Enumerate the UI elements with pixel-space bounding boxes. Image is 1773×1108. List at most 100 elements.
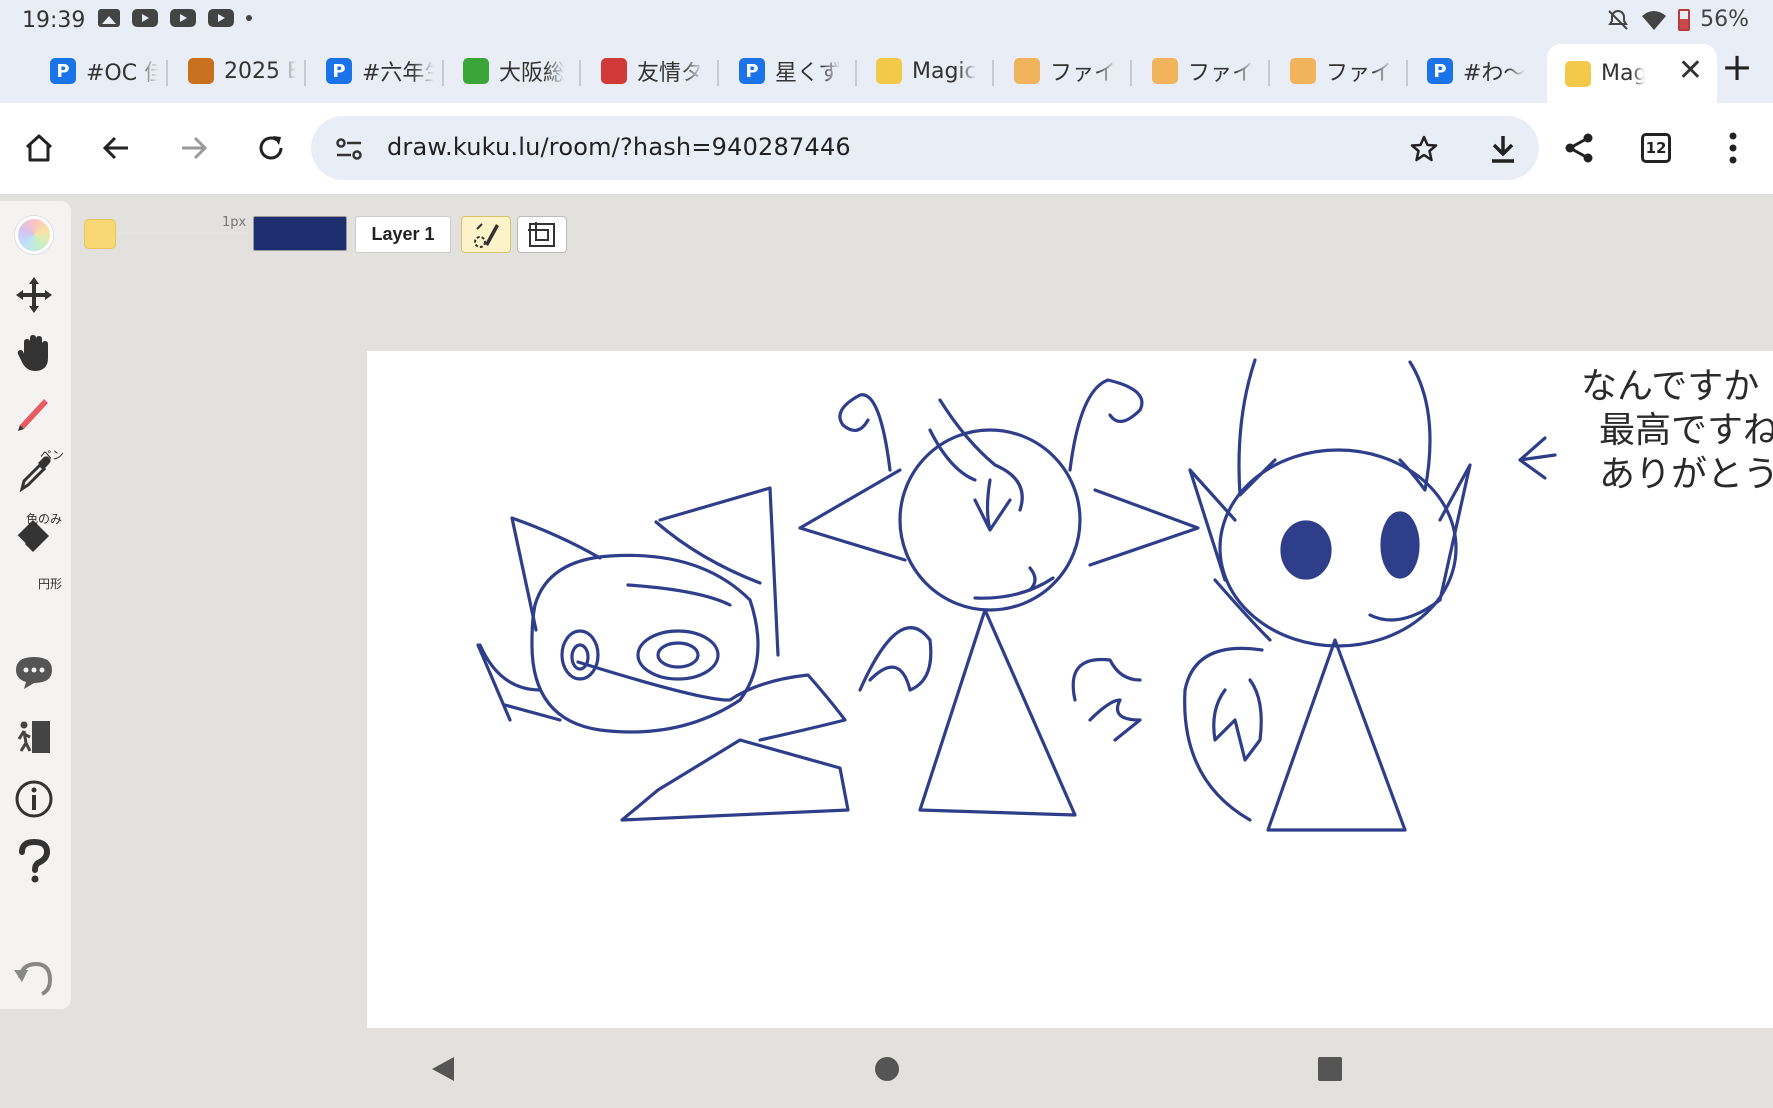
tab-switcher-button[interactable]: 12 bbox=[1633, 125, 1679, 171]
browser-tab[interactable]: Magic bbox=[866, 50, 984, 92]
chat-button[interactable] bbox=[10, 649, 58, 697]
tab-favicon-icon: P bbox=[326, 58, 352, 84]
eraser-caption: 円形 bbox=[38, 577, 63, 591]
browser-tab[interactable]: ファイ bbox=[1280, 50, 1398, 92]
download-icon[interactable] bbox=[1488, 133, 1518, 165]
browser-tab[interactable]: P #OC 佳 bbox=[40, 50, 158, 92]
browser-toolbar: draw.kuku.lu/room/?hash=940287446 12 bbox=[0, 103, 1773, 195]
tab-favicon-icon bbox=[1290, 58, 1316, 84]
tab-title: #OC 佳 bbox=[86, 61, 158, 86]
exit-room-button[interactable] bbox=[10, 713, 58, 761]
info-button[interactable] bbox=[10, 775, 58, 823]
move-arrows-icon bbox=[16, 277, 52, 313]
browser-tab[interactable]: P #わ〜 bbox=[1417, 50, 1535, 92]
battery-icon bbox=[1678, 8, 1691, 31]
browser-tab[interactable]: P 星くず bbox=[729, 50, 847, 92]
eyedropper-icon bbox=[19, 456, 51, 493]
tool-sidebar: ペン 色のみ 円形 bbox=[0, 201, 71, 1009]
mute-icon bbox=[1608, 9, 1628, 30]
nav-back-button[interactable] bbox=[428, 1054, 458, 1084]
help-button[interactable] bbox=[10, 837, 58, 885]
current-color-swatch[interactable] bbox=[253, 216, 347, 251]
tab-title: 2025 E bbox=[224, 58, 296, 84]
layer-selector-button[interactable]: Layer 1 bbox=[355, 216, 451, 253]
tab-favicon-icon bbox=[876, 58, 902, 84]
tab-separator bbox=[579, 60, 581, 86]
battery-level: 56% bbox=[1700, 7, 1749, 32]
pen-settings-icon bbox=[474, 222, 499, 248]
nav-recents-button[interactable] bbox=[1315, 1054, 1345, 1084]
address-bar[interactable]: draw.kuku.lu/room/?hash=940287446 bbox=[311, 116, 1539, 180]
hand-tool-button[interactable] bbox=[10, 329, 58, 377]
info-icon bbox=[15, 780, 53, 818]
bookmark-star-icon[interactable] bbox=[1409, 134, 1439, 164]
pen-icon bbox=[18, 399, 48, 431]
reload-button[interactable] bbox=[248, 125, 294, 171]
youtube-notification-icon bbox=[132, 9, 158, 27]
url-text[interactable]: draw.kuku.lu/room/?hash=940287446 bbox=[387, 133, 851, 161]
tab-strip: + P #OC 佳 2025 E P #六年生 大阪総 友情タ P 星くず Magic ファイ ファイ… bbox=[0, 40, 1773, 103]
move-tool-button[interactable] bbox=[10, 271, 58, 319]
exit-door-icon bbox=[17, 721, 50, 753]
tab-count-badge: 12 bbox=[1641, 133, 1671, 163]
forward-button[interactable] bbox=[171, 125, 217, 171]
tab-favicon-icon bbox=[463, 58, 489, 84]
drawing-app: ペン 色のみ 円形 1px Layer 1 なんですか 最高ですね ありがとう bbox=[0, 196, 1773, 1030]
new-tab-button[interactable]: + bbox=[1721, 48, 1753, 86]
tab-title: ファイ bbox=[1050, 61, 1117, 86]
nav-home-button[interactable] bbox=[872, 1054, 902, 1084]
browser-tab[interactable]: 友情タ bbox=[591, 50, 709, 92]
tab-favicon-icon bbox=[1014, 58, 1040, 84]
share-icon bbox=[1565, 133, 1593, 163]
undo-button[interactable] bbox=[10, 954, 58, 1002]
site-settings-icon[interactable] bbox=[335, 136, 363, 162]
tab-separator bbox=[304, 60, 306, 86]
youtube-notification-icon bbox=[170, 9, 196, 27]
back-button[interactable] bbox=[93, 125, 139, 171]
triangle-back-icon bbox=[432, 1057, 454, 1081]
color-wheel-button[interactable] bbox=[10, 211, 58, 259]
tab-favicon-icon: P bbox=[1427, 58, 1453, 84]
tab-separator bbox=[1130, 60, 1132, 86]
status-bar: 19:39 56% bbox=[0, 0, 1773, 40]
tab-separator bbox=[442, 60, 444, 86]
close-tab-icon[interactable]: ✕ bbox=[1678, 56, 1703, 86]
color-picker-button[interactable] bbox=[10, 449, 58, 497]
pen-settings-button[interactable] bbox=[461, 216, 511, 253]
chat-bubble-icon bbox=[16, 657, 52, 689]
secondary-color-swatch[interactable] bbox=[84, 219, 116, 249]
tab-title: 友情タ bbox=[637, 61, 704, 86]
system-navigation-bar bbox=[0, 1028, 1773, 1108]
canvas-resize-button[interactable] bbox=[517, 216, 567, 253]
hand-icon bbox=[17, 335, 48, 371]
crop-resize-icon bbox=[528, 221, 555, 247]
tab-separator bbox=[992, 60, 994, 86]
browser-tab[interactable]: 大阪総 bbox=[453, 50, 571, 92]
circle-home-icon bbox=[875, 1057, 899, 1081]
browser-tab[interactable]: ファイ bbox=[1142, 50, 1260, 92]
brush-size-slider[interactable] bbox=[118, 232, 248, 234]
browser-tab[interactable]: Mag ✕ bbox=[1547, 44, 1717, 103]
tab-favicon-icon bbox=[1152, 58, 1178, 84]
note-line-2: 最高ですね bbox=[1599, 410, 1773, 451]
browser-tab[interactable]: ファイ bbox=[1004, 50, 1122, 92]
browser-tab[interactable]: 2025 E bbox=[178, 50, 296, 92]
pen-tool-button[interactable] bbox=[10, 387, 58, 435]
arrow-left-icon bbox=[102, 136, 128, 160]
handwritten-note: なんですか 最高ですね ありがとう bbox=[1581, 365, 1773, 497]
eraser-icon bbox=[16, 520, 49, 552]
tab-title: #わ〜 bbox=[1463, 61, 1526, 86]
gallery-notification-icon bbox=[98, 9, 120, 27]
sketch-drawing bbox=[476, 358, 1557, 832]
square-recents-icon bbox=[1318, 1057, 1342, 1081]
drawing-canvas[interactable]: なんですか 最高ですね ありがとう bbox=[367, 351, 1773, 1030]
browser-tab[interactable]: P #六年生 bbox=[316, 50, 434, 92]
color-wheel-icon bbox=[15, 216, 53, 254]
share-button[interactable] bbox=[1556, 125, 1602, 171]
status-time: 19:39 bbox=[22, 8, 86, 33]
note-line-3: ありがとう bbox=[1599, 454, 1773, 495]
tab-separator bbox=[855, 60, 857, 86]
home-button[interactable] bbox=[16, 125, 62, 171]
overflow-menu-button[interactable] bbox=[1710, 125, 1756, 171]
eraser-tool-button[interactable] bbox=[10, 511, 58, 559]
